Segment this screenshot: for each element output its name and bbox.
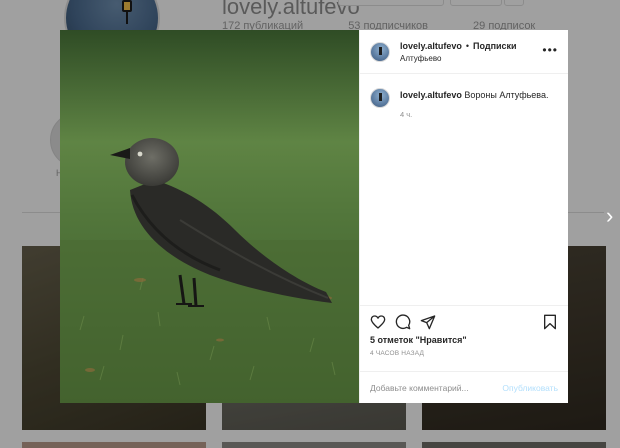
post-actions: 5 отметок "Нравится" 4 ЧАСОВ НАЗАД — [360, 305, 568, 371]
post-header: lovely.altufevo • Подписки Алтуфьево ••• — [360, 30, 568, 74]
chevron-right-icon[interactable]: › — [606, 204, 620, 228]
author-line: lovely.altufevo • Подписки — [400, 41, 542, 51]
caption-text: lovely.altufevo Вороны Алтуфьева. — [400, 89, 548, 101]
caption-time: 4 ч. — [400, 110, 413, 119]
separator-dot: • — [465, 40, 470, 51]
caption-author-avatar[interactable] — [370, 88, 390, 108]
comment-icon[interactable] — [395, 314, 411, 330]
post-timestamp: 4 ЧАСОВ НАЗАД — [370, 350, 425, 357]
post-modal: lovely.altufevo • Подписки Алтуфьево •••… — [60, 30, 568, 403]
jackdaw-photo — [60, 30, 359, 403]
likes-count[interactable]: 5 отметок "Нравится" — [370, 335, 558, 345]
caption-comment: lovely.altufevo Вороны Алтуфьева. 4 ч. — [370, 88, 558, 119]
author-username[interactable]: lovely.altufevo — [400, 41, 462, 51]
add-comment-bar: Опубликовать — [360, 371, 568, 403]
more-horizontal-icon[interactable]: ••• — [542, 43, 558, 57]
caption-message: Вороны Алтуфьева. — [461, 90, 549, 100]
following-button[interactable]: Подписки — [473, 41, 517, 51]
comments-section: lovely.altufevo Вороны Алтуфьева. 4 ч. — [360, 74, 568, 305]
comment-input[interactable] — [370, 382, 503, 393]
author-avatar[interactable] — [370, 41, 390, 62]
caption-username[interactable]: lovely.altufevo — [400, 90, 462, 100]
post-photo[interactable] — [60, 30, 359, 403]
heart-icon[interactable] — [370, 314, 386, 330]
share-icon[interactable] — [420, 314, 436, 330]
action-icons — [370, 314, 558, 330]
bookmark-icon[interactable] — [542, 314, 558, 330]
post-location[interactable]: Алтуфьево — [400, 54, 542, 63]
publish-button[interactable]: Опубликовать — [502, 383, 558, 393]
caption-body: lovely.altufevo Вороны Алтуфьева. 4 ч. — [400, 89, 548, 119]
post-author-info: lovely.altufevo • Подписки Алтуфьево — [400, 41, 542, 63]
post-details-panel: lovely.altufevo • Подписки Алтуфьево •••… — [359, 30, 568, 403]
